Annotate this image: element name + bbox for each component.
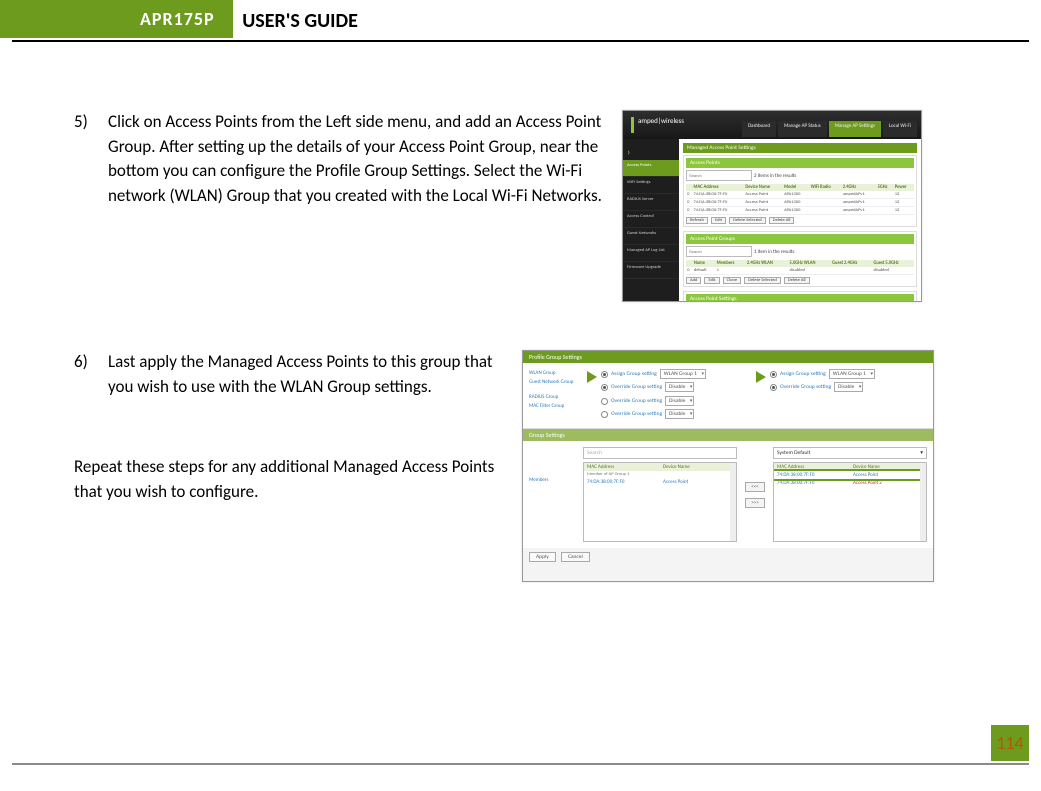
left-labels: WLAN Group Guest Network Group RADIUS Gr… xyxy=(529,369,589,422)
table-row[interactable]: ○74:DA:38:00:7F:F0Access PointAPA1300amp… xyxy=(686,191,914,199)
page-number-badge: 114 xyxy=(991,725,1029,761)
step-5: 5) Click on Access Points from the Left … xyxy=(74,110,604,209)
product-badge: APR175P xyxy=(0,0,233,38)
clone-button[interactable]: Clone xyxy=(723,277,741,284)
scrollbar[interactable] xyxy=(730,463,736,541)
group-search-input[interactable] xyxy=(686,246,752,257)
group-search-hint: 1 item in the results xyxy=(754,249,794,255)
screenshot-profile-group: Profile Group Settings WLAN Group Guest … xyxy=(522,350,934,582)
wlan-select[interactable]: WLAN Group 1 xyxy=(660,369,706,379)
ap-table: MAC Address Device Name Model WiFi Radio… xyxy=(686,184,914,215)
table-row[interactable]: ○74:DA:38:00:7F:F0Access PointAPA1300amp… xyxy=(686,207,914,215)
radio-override[interactable] xyxy=(601,384,608,391)
step-6-text: Last apply the Managed Access Points to … xyxy=(108,350,504,399)
sidebar-item-firmware[interactable]: Firmware Upgrade xyxy=(623,262,679,279)
edit-button[interactable]: Edit xyxy=(711,217,726,224)
section-access-points: Access Points xyxy=(686,158,914,168)
tab-dashboard[interactable]: Dashboard xyxy=(742,121,776,137)
arrow-icon xyxy=(587,371,597,383)
screenshot-ap-settings: amped|wireless Dashboard Manage AP Statu… xyxy=(622,110,922,302)
step-5-text: Click on Access Points from the Left sid… xyxy=(108,110,604,209)
section-ap-groups: Access Point Groups xyxy=(686,234,914,244)
wlan-select-r[interactable]: WLAN Group 1 xyxy=(829,369,875,379)
radius-select[interactable]: Disable xyxy=(665,396,694,406)
available-listbox[interactable]: MAC AddressDevice Name 74:DA:38:00:7F:F0… xyxy=(773,462,927,542)
panel-title-bar: Managed Access Point Settings xyxy=(683,143,917,153)
repeat-note: Repeat these steps for any additional Ma… xyxy=(74,455,504,504)
delete-all-button[interactable]: Delete All xyxy=(769,217,795,224)
step-5-row: 5) Click on Access Points from the Left … xyxy=(74,110,969,302)
delete-selected-button[interactable]: Delete Selected xyxy=(729,217,766,224)
arrow-icon xyxy=(756,371,766,383)
tab-local-wifi[interactable]: Local Wi-Fi xyxy=(883,121,917,137)
radio-radius[interactable] xyxy=(601,398,608,405)
page-content: 5) Click on Access Points from the Left … xyxy=(74,110,969,588)
step-6: 6) Last apply the Managed Access Points … xyxy=(74,350,504,399)
brand-logo: amped|wireless xyxy=(631,117,700,133)
ap-search-input[interactable] xyxy=(686,170,752,181)
main-panel: Managed Access Point Settings Access Poi… xyxy=(679,139,921,301)
sidebar-item-access-points[interactable]: Access Points xyxy=(623,160,679,177)
members-label: Members xyxy=(529,447,575,542)
group-settings-title: Group Settings xyxy=(523,429,933,441)
table-row[interactable]: ○default1disableddisabled xyxy=(686,267,914,275)
step-6-row: 6) Last apply the Managed Access Points … xyxy=(74,350,969,582)
header-rule xyxy=(12,40,1029,42)
table-row[interactable]: ○74:DA:38:00:7F:F0Access PointAPA1300amp… xyxy=(686,199,914,207)
refresh-button[interactable]: Refresh xyxy=(686,217,708,224)
guest-select-r[interactable]: Disable xyxy=(834,382,863,392)
members-search[interactable]: Search xyxy=(583,447,737,459)
scrollbar[interactable] xyxy=(920,463,926,541)
members-listbox[interactable]: MAC AddressDevice Name Member of AP Grou… xyxy=(583,462,737,542)
radio-override-r[interactable] xyxy=(770,384,777,391)
ap-search-hint: 2 items in the results xyxy=(754,173,796,179)
mac-select[interactable]: Disable xyxy=(665,409,694,419)
tab-manage-status[interactable]: Manage AP Status xyxy=(778,121,827,137)
move-right-button[interactable]: >>> xyxy=(745,498,765,508)
move-left-button[interactable]: <<< xyxy=(745,482,765,492)
sidebar-item-wifi[interactable]: WiFi Settings xyxy=(623,177,679,194)
tab-manage-settings[interactable]: Manage AP Settings xyxy=(829,121,881,137)
sidebar-item-guest[interactable]: Guest Networks xyxy=(623,228,679,245)
sidebar-item-access-control[interactable]: Access Control xyxy=(623,211,679,228)
cancel-button[interactable]: Cancel xyxy=(561,552,590,562)
radio-assign-r[interactable] xyxy=(770,371,777,378)
add-button[interactable]: Add xyxy=(686,277,701,284)
apply-button[interactable]: Apply xyxy=(529,552,556,562)
footer-rule xyxy=(12,763,1029,765)
step-5-number: 5) xyxy=(74,110,108,209)
left-sidebar: › Access Points WiFi Settings RADIUS Ser… xyxy=(623,139,679,301)
delete-selected-button[interactable]: Delete Selected xyxy=(744,277,781,284)
page-header: APR175P USER'S GUIDE xyxy=(0,0,1041,38)
groups-table: Name Members 2.4GHz WLAN 5.0GHz WLAN Gue… xyxy=(686,260,914,275)
top-tabs: Dashboard Manage AP Status Manage AP Set… xyxy=(742,121,917,137)
doc-title: USER'S GUIDE xyxy=(242,9,358,33)
edit-button[interactable]: Edit xyxy=(704,277,719,284)
profile-group-title: Profile Group Settings xyxy=(523,351,933,363)
radio-mac[interactable] xyxy=(601,411,608,418)
guest-select[interactable]: Disable xyxy=(665,382,694,392)
section-ap-settings: Access Point Settings xyxy=(686,294,914,302)
step-6-number: 6) xyxy=(74,350,108,399)
delete-all-button[interactable]: Delete All xyxy=(784,277,810,284)
sidebar-item-log[interactable]: Managed AP Log List xyxy=(623,245,679,262)
sidebar-collapse-icon[interactable]: › xyxy=(623,143,679,160)
system-default-select[interactable]: System Default ▾ xyxy=(773,447,927,459)
radio-assign[interactable] xyxy=(601,371,608,378)
sidebar-item-radius[interactable]: RADIUS Server xyxy=(623,194,679,211)
